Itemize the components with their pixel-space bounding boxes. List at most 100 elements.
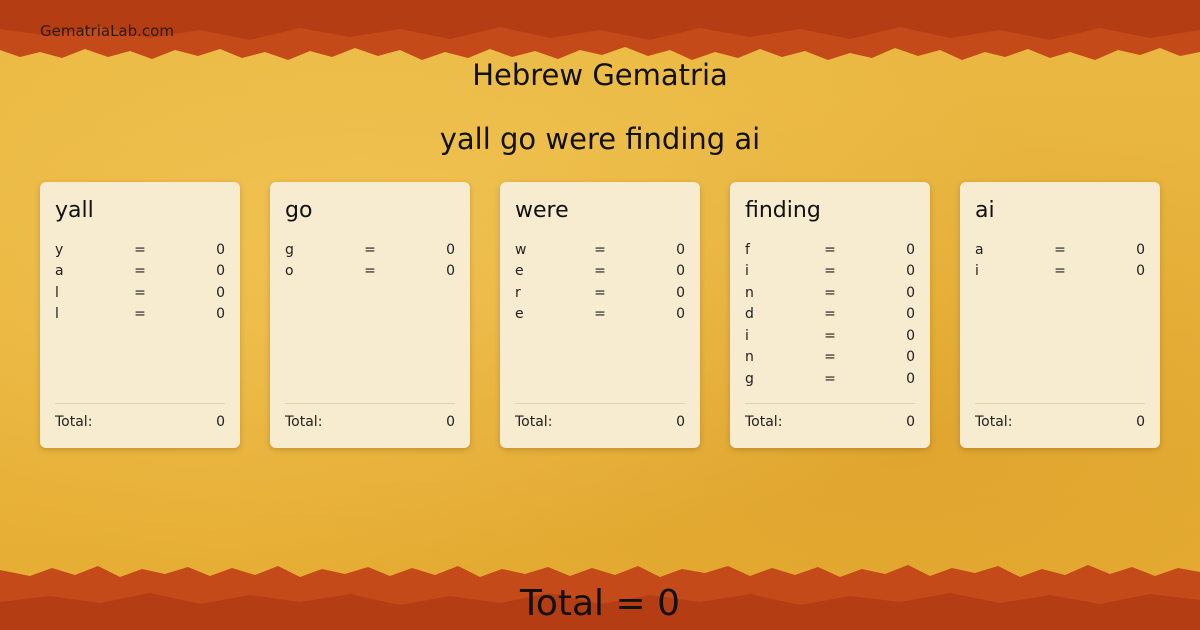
letter-row: i = 0 xyxy=(745,261,915,283)
equals-sign: = xyxy=(824,327,836,344)
word-card-title: go xyxy=(285,198,313,223)
word-total-value: 0 xyxy=(1136,414,1145,430)
site-logo-text[interactable]: GematriaLab.com xyxy=(40,22,174,40)
letter-row: y = 0 xyxy=(55,239,225,261)
word-total-label: Total: xyxy=(745,414,783,430)
equals-sign: = xyxy=(1054,241,1066,258)
letter-value: 0 xyxy=(906,263,915,280)
word-total-value: 0 xyxy=(906,414,915,430)
equals-sign: = xyxy=(824,349,836,366)
word-total-row: Total: 0 xyxy=(745,403,915,430)
letter-char: a xyxy=(55,263,64,280)
word-total-value: 0 xyxy=(676,414,685,430)
letter-row: a = 0 xyxy=(55,261,225,283)
letter-value: 0 xyxy=(216,263,225,280)
equals-sign: = xyxy=(134,306,146,323)
letter-char: g xyxy=(745,370,754,387)
word-total-row: Total: 0 xyxy=(515,403,685,430)
letter-row: l = 0 xyxy=(55,282,225,304)
letter-value: 0 xyxy=(1136,263,1145,280)
letter-row: i = 0 xyxy=(745,325,915,347)
letter-row: l = 0 xyxy=(55,304,225,326)
letter-row: f = 0 xyxy=(745,239,915,261)
word-total-row: Total: 0 xyxy=(975,403,1145,430)
letter-value: 0 xyxy=(906,327,915,344)
equals-sign: = xyxy=(134,284,146,301)
letter-value: 0 xyxy=(676,241,685,258)
equals-sign: = xyxy=(364,263,376,280)
word-total-row: Total: 0 xyxy=(55,403,225,430)
letter-row: e = 0 xyxy=(515,304,685,326)
letter-value: 0 xyxy=(676,284,685,301)
letter-value: 0 xyxy=(906,241,915,258)
letter-value: 0 xyxy=(906,306,915,323)
letter-char: o xyxy=(285,263,294,280)
letter-value: 0 xyxy=(676,306,685,323)
letter-value: 0 xyxy=(906,284,915,301)
equals-sign: = xyxy=(824,370,836,387)
letter-char: w xyxy=(515,241,527,258)
word-card-title: were xyxy=(515,198,569,223)
letter-row: w = 0 xyxy=(515,239,685,261)
letter-row: n = 0 xyxy=(745,347,915,369)
word-card-yall: yall y = 0 a = 0 l = 0 l = 0 Total: 0 xyxy=(40,182,240,448)
word-card-title: ai xyxy=(975,198,995,223)
letter-value: 0 xyxy=(216,306,225,323)
letter-char: y xyxy=(55,241,64,258)
letter-char: i xyxy=(745,263,749,280)
letter-row: a = 0 xyxy=(975,239,1145,261)
equals-sign: = xyxy=(594,241,606,258)
word-card-title: finding xyxy=(745,198,821,223)
word-total-label: Total: xyxy=(975,414,1013,430)
letter-char: l xyxy=(55,284,59,301)
letter-row: o = 0 xyxy=(285,261,455,283)
letter-value: 0 xyxy=(906,349,915,366)
equals-sign: = xyxy=(134,241,146,258)
word-card-title: yall xyxy=(55,198,94,223)
letter-value: 0 xyxy=(446,263,455,280)
letter-char: i xyxy=(745,327,749,344)
equals-sign: = xyxy=(824,284,836,301)
equals-sign: = xyxy=(824,306,836,323)
letter-char: i xyxy=(975,263,979,280)
letter-value: 0 xyxy=(676,263,685,280)
word-card-were: were w = 0 e = 0 r = 0 e = 0 Total: 0 xyxy=(500,182,700,448)
letter-char: a xyxy=(975,241,984,258)
word-total-label: Total: xyxy=(55,414,93,430)
equals-sign: = xyxy=(594,284,606,301)
letter-char: f xyxy=(745,241,750,258)
letter-row: d = 0 xyxy=(745,304,915,326)
equals-sign: = xyxy=(824,241,836,258)
word-total-value: 0 xyxy=(216,414,225,430)
input-phrase: yall go were finding ai xyxy=(439,122,761,156)
letter-row: n = 0 xyxy=(745,282,915,304)
word-total-label: Total: xyxy=(285,414,323,430)
letter-char: n xyxy=(745,349,754,366)
word-total-label: Total: xyxy=(515,414,553,430)
letter-char: n xyxy=(745,284,754,301)
letter-char: e xyxy=(515,263,524,280)
letter-value: 0 xyxy=(1136,241,1145,258)
letter-value: 0 xyxy=(446,241,455,258)
letter-char: g xyxy=(285,241,294,258)
letter-value: 0 xyxy=(906,370,915,387)
word-cards: yall y = 0 a = 0 l = 0 l = 0 Total: 0 go g = 0 o = 0 Total: 0 we… xyxy=(40,182,1160,448)
equals-sign: = xyxy=(364,241,376,258)
equals-sign: = xyxy=(824,263,836,280)
word-card-ai: ai a = 0 i = 0 Total: 0 xyxy=(960,182,1160,448)
letter-row: g = 0 xyxy=(745,368,915,390)
letter-value: 0 xyxy=(216,241,225,258)
equals-sign: = xyxy=(134,263,146,280)
page-title: Hebrew Gematria xyxy=(472,58,728,92)
letter-char: l xyxy=(55,306,59,323)
word-card-go: go g = 0 o = 0 Total: 0 xyxy=(270,182,470,448)
word-total-value: 0 xyxy=(446,414,455,430)
letter-char: e xyxy=(515,306,524,323)
letter-row: g = 0 xyxy=(285,239,455,261)
letter-char: d xyxy=(745,306,754,323)
letter-char: r xyxy=(515,284,521,301)
letter-row: r = 0 xyxy=(515,282,685,304)
equals-sign: = xyxy=(594,263,606,280)
equals-sign: = xyxy=(594,306,606,323)
letter-row: e = 0 xyxy=(515,261,685,283)
